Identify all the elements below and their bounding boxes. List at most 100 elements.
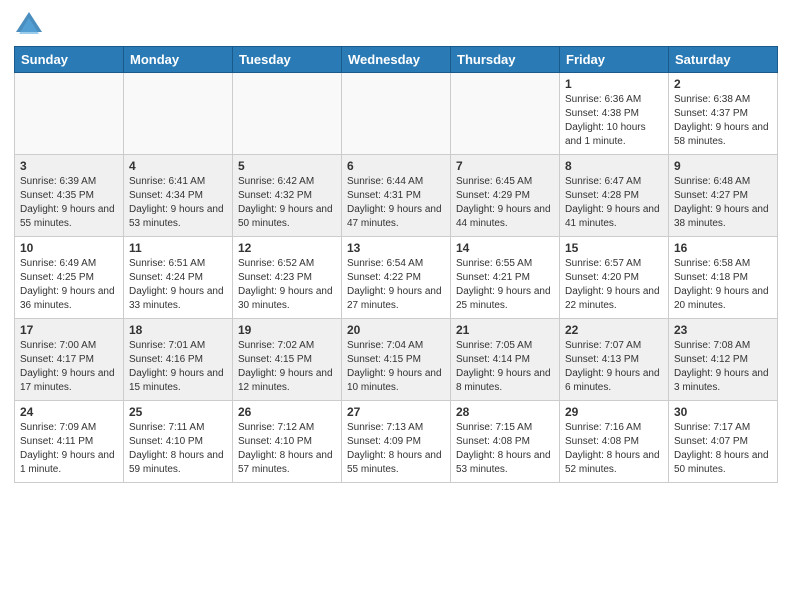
day-number: 6 [347, 159, 445, 173]
calendar-cell: 14 Sunrise: 6:55 AM Sunset: 4:21 PM Dayli… [451, 237, 560, 319]
calendar-cell: 12 Sunrise: 6:52 AM Sunset: 4:23 PM Dayli… [233, 237, 342, 319]
day-number: 30 [674, 405, 772, 419]
weekday-header-sunday: Sunday [15, 47, 124, 73]
week-row-2: 3 Sunrise: 6:39 AM Sunset: 4:35 PM Daylig… [15, 155, 778, 237]
day-number: 2 [674, 77, 772, 91]
calendar-cell: 1Sunrise: 6:36 AM Sunset: 4:38 PM Daylig… [560, 73, 669, 155]
day-info: Sunrise: 7:13 AM Sunset: 4:09 PM Dayligh… [347, 421, 445, 477]
day-info: Sunrise: 6:39 AM Sunset: 4:35 PM Dayligh… [20, 175, 118, 231]
day-info: Sunrise: 7:09 AM Sunset: 4:11 PM Dayligh… [20, 421, 118, 477]
day-number: 15 [565, 241, 663, 255]
day-number: 29 [565, 405, 663, 419]
calendar-cell [342, 73, 451, 155]
day-number: 9 [674, 159, 772, 173]
day-number: 8 [565, 159, 663, 173]
calendar-cell: 22 Sunrise: 7:07 AM Sunset: 4:13 PM Dayli… [560, 319, 669, 401]
day-info: Sunrise: 6:45 AM Sunset: 4:29 PM Dayligh… [456, 175, 554, 231]
day-number: 1 [565, 77, 663, 91]
calendar-cell: 18 Sunrise: 7:01 AM Sunset: 4:16 PM Dayli… [124, 319, 233, 401]
day-number: 24 [20, 405, 118, 419]
day-info: Sunrise: 7:00 AM Sunset: 4:17 PM Dayligh… [20, 339, 118, 395]
day-number: 3 [20, 159, 118, 173]
day-number: 18 [129, 323, 227, 337]
logo-icon [14, 10, 44, 38]
day-info: Sunrise: 7:17 AM Sunset: 4:07 PM Dayligh… [674, 421, 772, 477]
calendar-cell: 9 Sunrise: 6:48 AM Sunset: 4:27 PM Daylig… [669, 155, 778, 237]
calendar-cell [15, 73, 124, 155]
day-number: 7 [456, 159, 554, 173]
calendar-cell: 11 Sunrise: 6:51 AM Sunset: 4:24 PM Dayli… [124, 237, 233, 319]
day-info: Sunrise: 7:08 AM Sunset: 4:12 PM Dayligh… [674, 339, 772, 395]
day-number: 27 [347, 405, 445, 419]
day-info: Sunrise: 7:15 AM Sunset: 4:08 PM Dayligh… [456, 421, 554, 477]
day-info: Sunrise: 6:42 AM Sunset: 4:32 PM Dayligh… [238, 175, 336, 231]
week-row-5: 24 Sunrise: 7:09 AM Sunset: 4:11 PM Dayli… [15, 401, 778, 483]
day-info: Sunrise: 6:54 AM Sunset: 4:22 PM Dayligh… [347, 257, 445, 313]
day-info: Sunrise: 7:11 AM Sunset: 4:10 PM Dayligh… [129, 421, 227, 477]
day-info: Sunrise: 6:51 AM Sunset: 4:24 PM Dayligh… [129, 257, 227, 313]
day-number: 20 [347, 323, 445, 337]
calendar-cell: 20 Sunrise: 7:04 AM Sunset: 4:15 PM Dayli… [342, 319, 451, 401]
calendar-cell: 21 Sunrise: 7:05 AM Sunset: 4:14 PM Dayli… [451, 319, 560, 401]
day-info: Sunrise: 6:55 AM Sunset: 4:21 PM Dayligh… [456, 257, 554, 313]
calendar-cell: 7 Sunrise: 6:45 AM Sunset: 4:29 PM Daylig… [451, 155, 560, 237]
day-number: 22 [565, 323, 663, 337]
weekday-header-tuesday: Tuesday [233, 47, 342, 73]
day-info: Sunrise: 6:58 AM Sunset: 4:18 PM Dayligh… [674, 257, 772, 313]
calendar-cell [451, 73, 560, 155]
calendar-cell: 4 Sunrise: 6:41 AM Sunset: 4:34 PM Daylig… [124, 155, 233, 237]
calendar-cell: 15 Sunrise: 6:57 AM Sunset: 4:20 PM Dayli… [560, 237, 669, 319]
day-number: 10 [20, 241, 118, 255]
calendar-cell: 30 Sunrise: 7:17 AM Sunset: 4:07 PM Dayli… [669, 401, 778, 483]
calendar-cell: 5 Sunrise: 6:42 AM Sunset: 4:32 PM Daylig… [233, 155, 342, 237]
day-number: 12 [238, 241, 336, 255]
day-info: Sunrise: 6:47 AM Sunset: 4:28 PM Dayligh… [565, 175, 663, 231]
weekday-header-monday: Monday [124, 47, 233, 73]
day-info: Sunrise: 7:16 AM Sunset: 4:08 PM Dayligh… [565, 421, 663, 477]
weekday-header-wednesday: Wednesday [342, 47, 451, 73]
day-info: Sunrise: 6:38 AM Sunset: 4:37 PM Dayligh… [674, 93, 772, 149]
day-info: Sunrise: 6:57 AM Sunset: 4:20 PM Dayligh… [565, 257, 663, 313]
day-number: 11 [129, 241, 227, 255]
calendar-cell [124, 73, 233, 155]
logo [14, 10, 48, 38]
day-number: 25 [129, 405, 227, 419]
day-number: 4 [129, 159, 227, 173]
day-info: Sunrise: 7:01 AM Sunset: 4:16 PM Dayligh… [129, 339, 227, 395]
calendar-cell: 24 Sunrise: 7:09 AM Sunset: 4:11 PM Dayli… [15, 401, 124, 483]
calendar-cell: 19 Sunrise: 7:02 AM Sunset: 4:15 PM Dayli… [233, 319, 342, 401]
page-header [14, 10, 778, 38]
day-number: 23 [674, 323, 772, 337]
calendar-cell: 17Sunrise: 7:00 AM Sunset: 4:17 PM Dayli… [15, 319, 124, 401]
calendar-cell: 8 Sunrise: 6:47 AM Sunset: 4:28 PM Daylig… [560, 155, 669, 237]
calendar-cell: 26 Sunrise: 7:12 AM Sunset: 4:10 PM Dayli… [233, 401, 342, 483]
page-container: SundayMondayTuesdayWednesdayThursdayFrid… [0, 0, 792, 493]
calendar-cell: 10 Sunrise: 6:49 AM Sunset: 4:25 PM Dayli… [15, 237, 124, 319]
day-info: Sunrise: 6:49 AM Sunset: 4:25 PM Dayligh… [20, 257, 118, 313]
day-number: 26 [238, 405, 336, 419]
weekday-header-friday: Friday [560, 47, 669, 73]
day-number: 16 [674, 241, 772, 255]
day-info: Sunrise: 7:12 AM Sunset: 4:10 PM Dayligh… [238, 421, 336, 477]
calendar-cell: 27 Sunrise: 7:13 AM Sunset: 4:09 PM Dayli… [342, 401, 451, 483]
calendar-cell: 29 Sunrise: 7:16 AM Sunset: 4:08 PM Dayli… [560, 401, 669, 483]
day-info: Sunrise: 7:05 AM Sunset: 4:14 PM Dayligh… [456, 339, 554, 395]
day-info: Sunrise: 6:52 AM Sunset: 4:23 PM Dayligh… [238, 257, 336, 313]
day-info: Sunrise: 6:41 AM Sunset: 4:34 PM Dayligh… [129, 175, 227, 231]
day-info: Sunrise: 7:04 AM Sunset: 4:15 PM Dayligh… [347, 339, 445, 395]
calendar-cell [233, 73, 342, 155]
calendar-cell: 3 Sunrise: 6:39 AM Sunset: 4:35 PM Daylig… [15, 155, 124, 237]
day-number: 19 [238, 323, 336, 337]
day-number: 21 [456, 323, 554, 337]
day-info: Sunrise: 6:48 AM Sunset: 4:27 PM Dayligh… [674, 175, 772, 231]
calendar-cell: 16 Sunrise: 6:58 AM Sunset: 4:18 PM Dayli… [669, 237, 778, 319]
calendar-cell: 23 Sunrise: 7:08 AM Sunset: 4:12 PM Dayli… [669, 319, 778, 401]
day-info: Sunrise: 7:02 AM Sunset: 4:15 PM Dayligh… [238, 339, 336, 395]
weekday-header-saturday: Saturday [669, 47, 778, 73]
day-number: 5 [238, 159, 336, 173]
day-info: Sunrise: 7:07 AM Sunset: 4:13 PM Dayligh… [565, 339, 663, 395]
day-number: 14 [456, 241, 554, 255]
calendar-cell: 6Sunrise: 6:44 AM Sunset: 4:31 PM Daylig… [342, 155, 451, 237]
calendar-cell: 13Sunrise: 6:54 AM Sunset: 4:22 PM Dayli… [342, 237, 451, 319]
week-row-3: 10 Sunrise: 6:49 AM Sunset: 4:25 PM Dayli… [15, 237, 778, 319]
